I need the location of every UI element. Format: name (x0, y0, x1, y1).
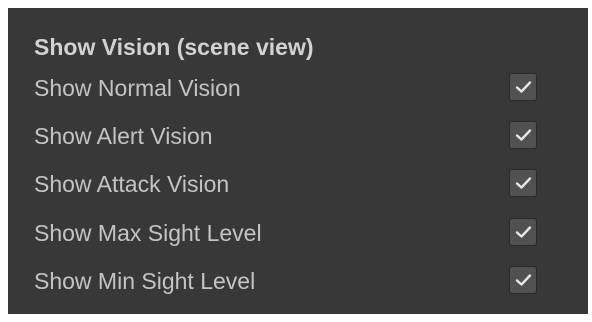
show-alert-vision-row[interactable]: Show Alert Vision (34, 117, 554, 157)
show-alert-vision-checkbox[interactable] (509, 121, 537, 149)
checkmark-icon (515, 226, 532, 238)
checkmark-icon (515, 129, 532, 141)
checkmark-icon (515, 274, 532, 286)
option-label: Show Max Sight Level (34, 220, 262, 246)
option-label: Show Attack Vision (34, 171, 230, 197)
vision-settings-panel: Show Vision (scene view) Show Normal Vis… (8, 8, 588, 314)
option-label: Show Min Sight Level (34, 268, 256, 294)
option-label: Show Alert Vision (34, 123, 213, 149)
checkmark-icon (515, 177, 532, 189)
show-attack-vision-checkbox[interactable] (509, 169, 537, 197)
show-normal-vision-row[interactable]: Show Normal Vision (34, 69, 554, 109)
show-max-sight-level-row[interactable]: Show Max Sight Level (34, 214, 554, 254)
section-header: Show Vision (scene view) (34, 34, 314, 60)
show-max-sight-level-checkbox[interactable] (509, 218, 537, 246)
show-normal-vision-checkbox[interactable] (509, 73, 537, 101)
checkmark-icon (515, 81, 532, 93)
show-attack-vision-row[interactable]: Show Attack Vision (34, 165, 554, 205)
show-min-sight-level-checkbox[interactable] (509, 266, 537, 294)
show-min-sight-level-row[interactable]: Show Min Sight Level (34, 262, 554, 302)
option-label: Show Normal Vision (34, 75, 241, 101)
